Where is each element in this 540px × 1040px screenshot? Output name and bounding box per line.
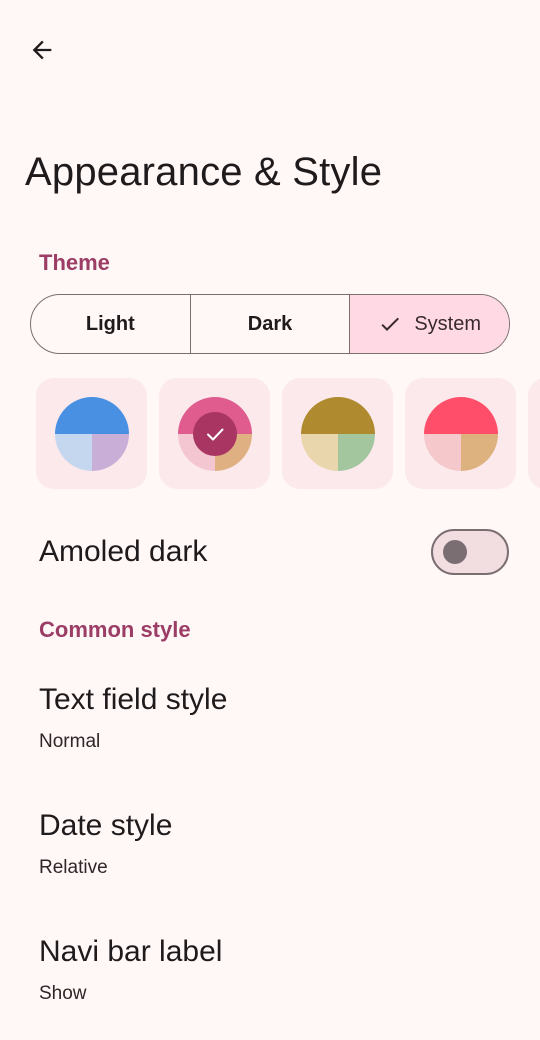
- toggle-knob: [443, 540, 467, 564]
- common-style-section-label: Common style: [39, 617, 191, 642]
- theme-mode-selector: Light Dark System: [30, 294, 510, 354]
- palette-red-icon: [423, 396, 498, 471]
- back-button[interactable]: [20, 28, 64, 72]
- amoled-dark-toggle[interactable]: [431, 529, 509, 575]
- theme-dark-option[interactable]: Dark: [189, 295, 350, 353]
- text-field-style-value: Normal: [39, 731, 101, 752]
- color-swatch-red[interactable]: [405, 378, 516, 489]
- navi-bar-label-value: Show: [39, 983, 87, 1004]
- palette-olive-icon: [300, 396, 375, 471]
- amoled-dark-label: Amoled dark: [39, 535, 208, 568]
- color-swatch-more[interactable]: [528, 378, 540, 489]
- theme-light-label: Light: [85, 312, 135, 335]
- palette-blue-icon: [54, 396, 129, 471]
- selected-indicator: [192, 411, 237, 456]
- theme-system-option[interactable]: System: [349, 295, 509, 353]
- arrow-back-icon: [32, 40, 52, 60]
- palette-pink-icon: [177, 396, 252, 471]
- color-swatch-pink[interactable]: [159, 378, 270, 489]
- check-icon: [378, 312, 402, 336]
- date-style-row[interactable]: Date style Relative: [0, 790, 540, 898]
- theme-dark-label: Dark: [247, 312, 293, 335]
- date-style-title: Date style: [39, 809, 173, 842]
- theme-system-label: System: [414, 312, 482, 335]
- text-field-style-row[interactable]: Text field style Normal: [0, 664, 540, 772]
- color-swatch-olive[interactable]: [282, 378, 393, 489]
- navi-bar-label-title: Navi bar label: [39, 935, 223, 968]
- color-scheme-picker: [36, 378, 540, 490]
- page-title: Appearance & Style: [25, 150, 383, 194]
- date-style-value: Relative: [39, 857, 108, 878]
- color-swatch-blue[interactable]: [36, 378, 147, 489]
- theme-light-option[interactable]: Light: [31, 295, 190, 353]
- text-field-style-title: Text field style: [39, 683, 228, 716]
- appearance-screen: Appearance & Style Theme Light Dark Syst…: [0, 0, 540, 1040]
- navi-bar-label-row[interactable]: Navi bar label Show: [0, 916, 540, 1024]
- theme-section-label: Theme: [39, 250, 110, 275]
